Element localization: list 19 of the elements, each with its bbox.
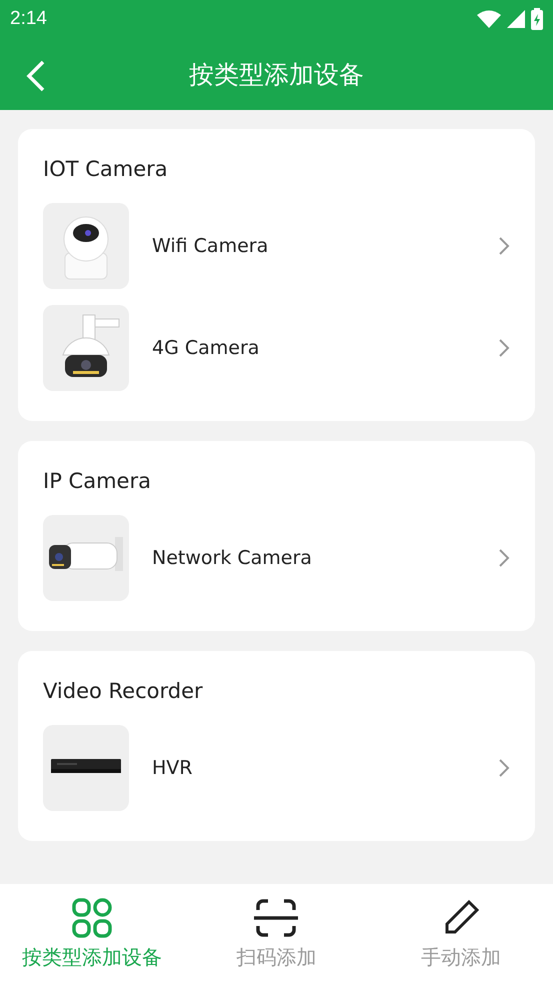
- device-type-link[interactable]: 4G Camera: [152, 337, 498, 359]
- back-icon[interactable]: [26, 60, 46, 92]
- status-time: 2:14: [10, 8, 47, 30]
- category-title: IP Camera: [43, 469, 152, 493]
- signal-icon: [507, 10, 525, 28]
- category-title: IOT Camera: [43, 157, 169, 181]
- category-title: Video Recorder: [43, 679, 204, 703]
- device-type-link[interactable]: Network Camera: [152, 547, 498, 569]
- grid-icon: [72, 898, 112, 938]
- page-title: 按类型添加设备: [189, 58, 364, 90]
- device-type-link[interactable]: Wifi Camera: [152, 235, 498, 257]
- chevron-right-icon[interactable]: [498, 236, 510, 256]
- device-type-link[interactable]: HVR: [152, 757, 498, 779]
- chevron-right-icon[interactable]: [498, 338, 510, 358]
- wifi-icon: [477, 10, 501, 28]
- scan-icon: [254, 898, 298, 938]
- chevron-right-icon[interactable]: [498, 548, 510, 568]
- battery-icon: [531, 8, 543, 30]
- chevron-right-icon[interactable]: [498, 758, 510, 778]
